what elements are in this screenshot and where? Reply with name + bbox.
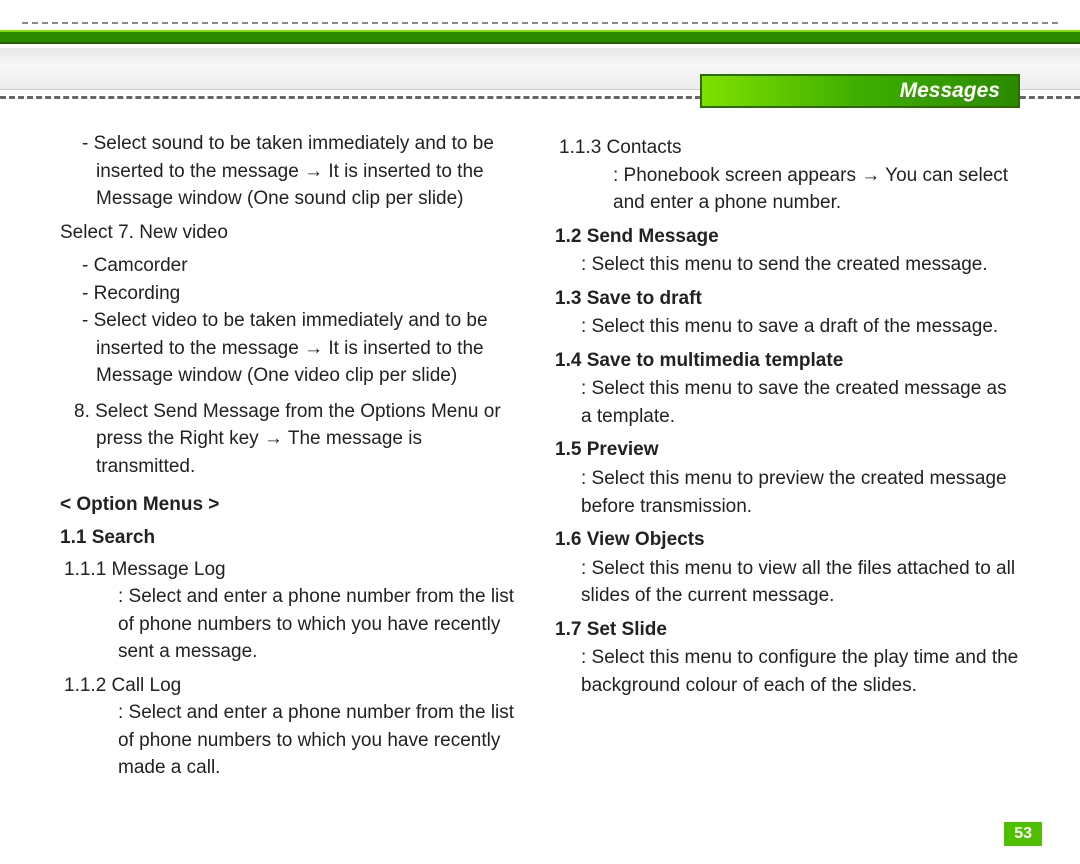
top-dashed-border [22,22,1058,24]
text-camcorder: - Camcorder [60,252,525,280]
body-1-6: : Select this menu to view all the files… [555,555,1020,610]
page-number-value: 53 [1014,825,1032,842]
item-1-1-1-message-log: 1.1.1 Message Log [60,556,525,584]
text-video-insert: - Select video to be taken immediately a… [60,307,525,390]
page-number: 53 [1004,822,1042,846]
section-tab-label: Messages [900,79,1000,103]
body-1-1-3: : Phonebook screen appears → You can sel… [555,162,1020,217]
body-1-4: : Select this menu to save the created m… [555,375,1020,430]
step-8-send: 8. Select Send Message from the Options … [60,398,525,481]
body-1-2: : Select this menu to send the created m… [555,251,1020,279]
body-1-1-1: : Select and enter a phone number from t… [60,583,525,666]
left-column: - Select sound to be taken immediately a… [60,130,525,788]
section-tab-messages: Messages [700,74,1020,108]
text-recording: - Recording [60,280,525,308]
body-1-1-2: : Select and enter a phone number from t… [60,699,525,782]
heading-1-7-set-slide: 1.7 Set Slide [555,616,1020,644]
heading-1-6-view-objects: 1.6 View Objects [555,526,1020,554]
page-body: - Select sound to be taken immediately a… [60,130,1020,788]
heading-1-3-save-to-draft: 1.3 Save to draft [555,285,1020,313]
top-green-bar [0,30,1080,44]
body-1-3: : Select this menu to save a draft of th… [555,313,1020,341]
item-1-1-2-call-log: 1.1.2 Call Log [60,672,525,700]
heading-option-menus: < Option Menus > [60,491,525,519]
text-sound-insert: - Select sound to be taken immediately a… [60,130,525,213]
heading-1-1-search: 1.1 Search [60,524,525,552]
heading-1-4-save-multimedia-template: 1.4 Save to multimedia template [555,347,1020,375]
right-column: 1.1.3 Contacts : Phonebook screen appear… [555,130,1020,788]
heading-1-2-send-message: 1.2 Send Message [555,223,1020,251]
body-1-5: : Select this menu to preview the create… [555,465,1020,520]
item-1-1-3-contacts: 1.1.3 Contacts [555,134,1020,162]
heading-1-5-preview: 1.5 Preview [555,436,1020,464]
body-1-7: : Select this menu to configure the play… [555,644,1020,699]
text-select7-newvideo: Select 7. New video [60,219,525,247]
